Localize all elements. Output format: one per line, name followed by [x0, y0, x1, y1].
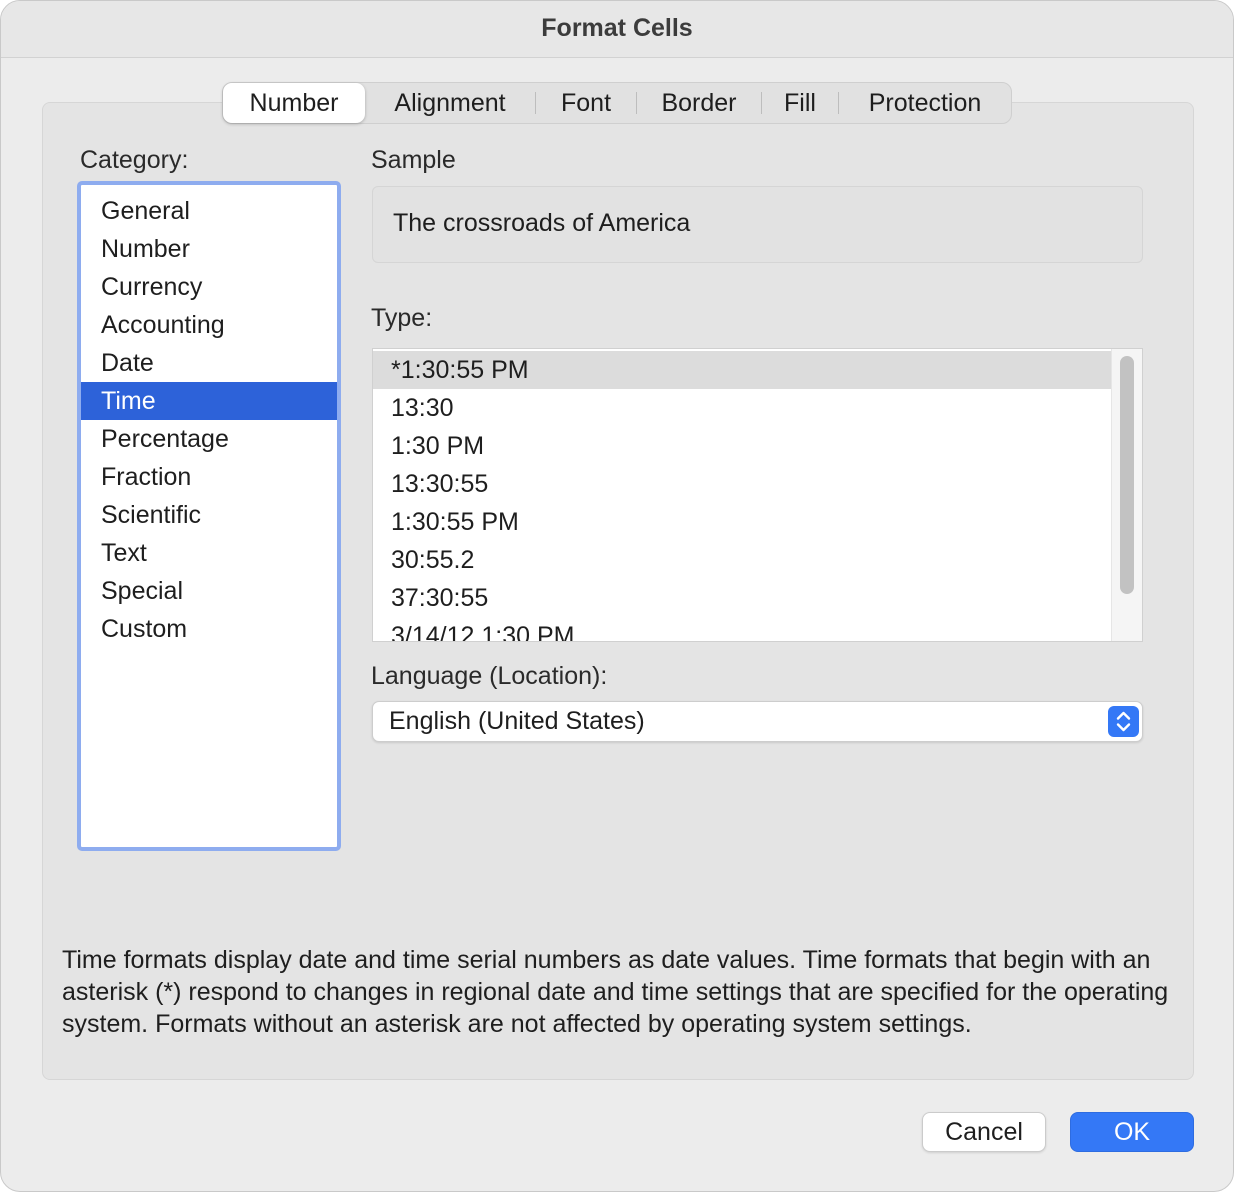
sample-value: The crossroads of America: [393, 209, 691, 237]
category-item-number[interactable]: Number: [81, 230, 337, 268]
category-item-percentage[interactable]: Percentage: [81, 420, 337, 458]
type-list-scrollbar[interactable]: [1111, 349, 1142, 641]
dialog-title: Format Cells: [541, 14, 693, 42]
format-cells-dialog: Format Cells Number Alignment Font Borde…: [0, 0, 1234, 1192]
title-bar[interactable]: Format Cells: [1, 1, 1233, 58]
type-item[interactable]: 37:30:55: [373, 579, 1113, 617]
ok-button[interactable]: OK: [1070, 1112, 1194, 1152]
category-item-currency[interactable]: Currency: [81, 268, 337, 306]
type-item[interactable]: *1:30:55 PM: [373, 351, 1113, 389]
language-label: Language (Location):: [371, 662, 608, 690]
tab-number[interactable]: Number: [223, 83, 365, 123]
category-item-accounting[interactable]: Accounting: [81, 306, 337, 344]
type-item[interactable]: 3/14/12 1:30 PM: [373, 617, 1113, 641]
category-item-date[interactable]: Date: [81, 344, 337, 382]
type-item[interactable]: 30:55.2: [373, 541, 1113, 579]
category-item-text[interactable]: Text: [81, 534, 337, 572]
language-select[interactable]: English (United States): [372, 701, 1143, 742]
category-item-general[interactable]: General: [81, 192, 337, 230]
type-list[interactable]: *1:30:55 PM 13:30 1:30 PM 13:30:55 1:30:…: [372, 348, 1143, 642]
sample-preview: The crossroads of America: [372, 186, 1143, 263]
type-item[interactable]: 13:30:55: [373, 465, 1113, 503]
category-list[interactable]: General Number Currency Accounting Date …: [77, 181, 341, 851]
scrollbar-thumb[interactable]: [1120, 356, 1134, 594]
updown-chevron-icon[interactable]: [1108, 706, 1139, 737]
sample-label: Sample: [371, 146, 456, 174]
type-label: Type:: [371, 304, 433, 332]
cancel-button[interactable]: Cancel: [922, 1112, 1046, 1152]
type-item[interactable]: 1:30:55 PM: [373, 503, 1113, 541]
tab-fill[interactable]: Fill: [762, 83, 838, 123]
category-item-fraction[interactable]: Fraction: [81, 458, 337, 496]
category-item-custom[interactable]: Custom: [81, 610, 337, 648]
category-label: Category:: [80, 146, 189, 174]
language-select-value: English (United States): [389, 707, 645, 735]
type-item[interactable]: 1:30 PM: [373, 427, 1113, 465]
type-item[interactable]: 13:30: [373, 389, 1113, 427]
category-item-scientific[interactable]: Scientific: [81, 496, 337, 534]
tab-font[interactable]: Font: [536, 83, 636, 123]
tab-bar: Number Alignment Font Border Fill Protec…: [222, 82, 1012, 124]
tab-protection[interactable]: Protection: [839, 83, 1011, 123]
category-item-time[interactable]: Time: [81, 382, 337, 420]
category-item-special[interactable]: Special: [81, 572, 337, 610]
tab-border[interactable]: Border: [637, 83, 761, 123]
format-description: Time formats display date and time seria…: [62, 946, 1169, 1038]
tab-alignment[interactable]: Alignment: [365, 83, 535, 123]
